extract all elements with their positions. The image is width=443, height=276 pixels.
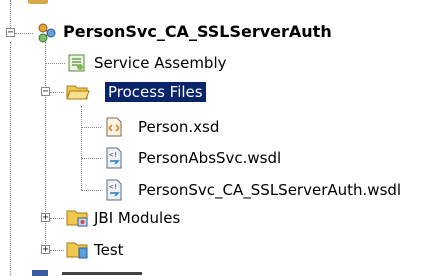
jbi-modules-expander[interactable]: +	[41, 213, 50, 223]
xsd-file-icon	[106, 117, 122, 137]
open-folder-icon	[66, 85, 90, 100]
tree-item-service-assembly[interactable]: Service Assembly	[94, 53, 227, 73]
process-files-expander[interactable]: −	[41, 87, 50, 97]
project-expander[interactable]: −	[6, 28, 15, 38]
test-expander[interactable]: +	[41, 245, 50, 255]
tree-item-personsvc-wsdl[interactable]: PersonSvc_CA_SSLServerAuth.wsdl	[138, 180, 401, 200]
cutoff-top-item	[28, 0, 88, 6]
svg-text:<!: <!	[109, 183, 117, 191]
tree-item-jbi-modules[interactable]: JBI Modules	[94, 208, 180, 228]
tree-item-test[interactable]: Test	[94, 240, 124, 260]
service-assembly-icon	[68, 54, 85, 72]
composite-app-icon	[38, 23, 56, 43]
jbi-folder-icon	[66, 210, 88, 227]
svg-text:<!: <!	[109, 151, 117, 159]
wsdl-file-icon: <!	[106, 147, 122, 169]
test-folder-icon	[66, 242, 88, 259]
project-tree: − PersonSvc_CA_SSLServerAuth Service Ass…	[0, 0, 443, 276]
tree-item-process-files[interactable]: Process Files	[105, 82, 206, 102]
tree-item-person-xsd[interactable]: Person.xsd	[138, 117, 219, 137]
cutoff-bottom-item	[28, 268, 148, 276]
project-label[interactable]: PersonSvc_CA_SSLServerAuth	[63, 22, 332, 42]
wsdl-file-icon: <!	[106, 179, 122, 201]
tree-item-personabssvc-wsdl[interactable]: PersonAbsSvc.wsdl	[138, 148, 281, 168]
